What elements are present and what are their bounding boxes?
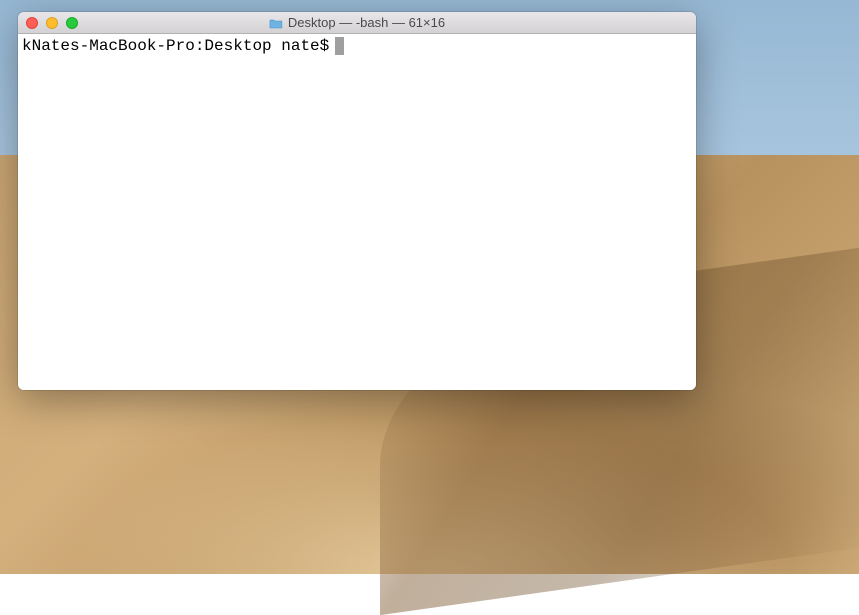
close-button[interactable]: [26, 17, 38, 29]
window-titlebar[interactable]: Desktop — -bash — 61×16: [18, 12, 696, 34]
minimize-button[interactable]: [46, 17, 58, 29]
titlebar-title-group: Desktop — -bash — 61×16: [269, 15, 445, 30]
shell-prompt: kNates-MacBook-Pro:Desktop nate$: [22, 36, 329, 57]
traffic-lights: [18, 17, 78, 29]
terminal-body[interactable]: kNates-MacBook-Pro:Desktop nate$: [18, 34, 696, 390]
desktop-wallpaper: Desktop — -bash — 61×16 kNates-MacBook-P…: [0, 0, 859, 574]
window-title: Desktop — -bash — 61×16: [288, 15, 445, 30]
folder-icon: [269, 17, 283, 28]
text-cursor: [335, 37, 344, 55]
zoom-button[interactable]: [66, 17, 78, 29]
prompt-line: kNates-MacBook-Pro:Desktop nate$: [22, 36, 692, 57]
terminal-window: Desktop — -bash — 61×16 kNates-MacBook-P…: [18, 12, 696, 390]
